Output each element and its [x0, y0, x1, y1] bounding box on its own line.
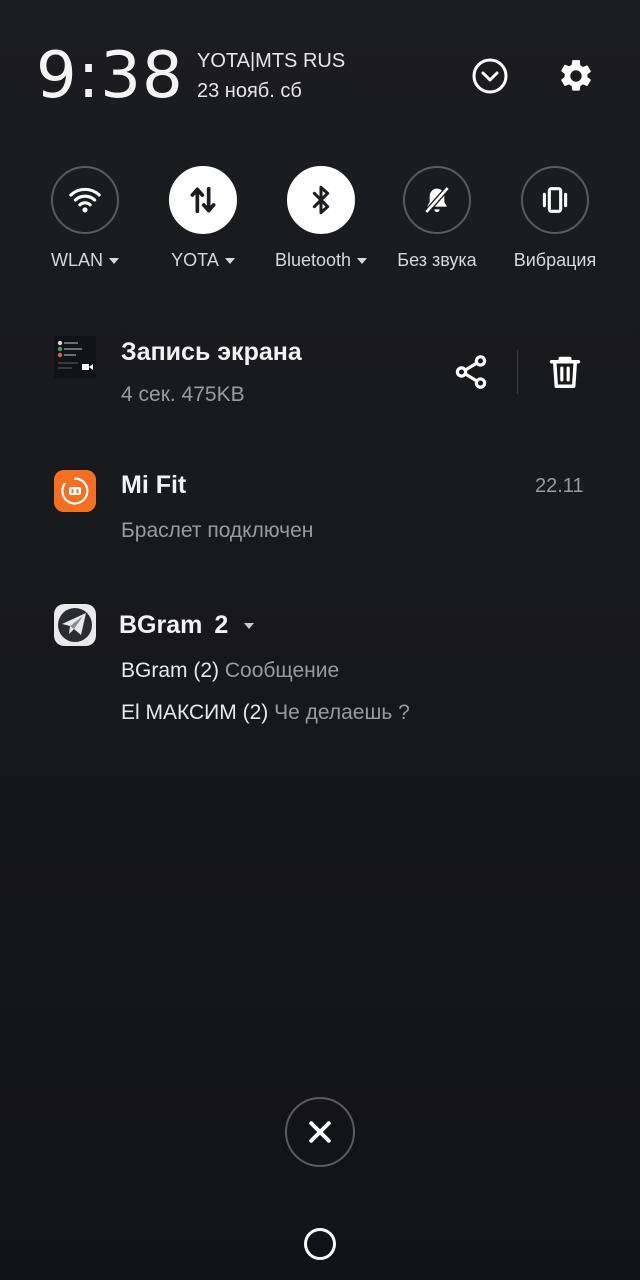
toggle-vibrate-circle[interactable]: [521, 166, 589, 234]
mi-logo-icon: [54, 470, 96, 512]
dropdown-caret-icon: [109, 257, 119, 264]
carrier-name: YOTA|MTS RUS: [197, 50, 346, 72]
wifi-icon: [69, 187, 101, 213]
quick-settings: WLAN YOTA Bluetooth Без звука Вибрация: [0, 166, 640, 286]
toggle-bluetooth-circle[interactable]: [287, 166, 355, 234]
message-line: El МАКСИМ (2) Че делаешь ?: [121, 700, 410, 726]
notification-header: BGram 2: [119, 610, 255, 640]
vibrate-icon: [542, 187, 568, 213]
share-button[interactable]: [447, 348, 495, 396]
clear-all-button[interactable]: [285, 1097, 355, 1167]
notification-app-name: Mi Fit: [121, 471, 187, 499]
settings-button[interactable]: [556, 56, 596, 96]
message-sender: BGram (2): [121, 659, 220, 682]
mobile-data-icon: [190, 186, 216, 214]
expand-caret-icon[interactable]: [244, 622, 255, 629]
dropdown-caret-icon: [224, 257, 235, 264]
share-icon: [455, 355, 487, 389]
toggle-wlan-circle[interactable]: [51, 166, 119, 234]
toggle-silent-label[interactable]: Без звука: [397, 249, 476, 271]
message-sender: El МАКСИМ (2): [121, 701, 269, 724]
toggle-bluetooth[interactable]: Bluetooth: [262, 166, 380, 286]
notification-count: 2: [214, 611, 229, 639]
home-button[interactable]: [304, 1228, 336, 1260]
screen-record-thumbnail: [54, 336, 96, 378]
message-text: Сообщение: [224, 659, 340, 682]
toggle-label-text: Bluetooth: [274, 250, 352, 270]
clock: 9:38: [36, 39, 184, 113]
toggle-mobile-data-label[interactable]: YOTA: [171, 249, 235, 271]
action-divider: [517, 350, 518, 394]
toggle-label-text: WLAN: [50, 250, 103, 270]
toggle-bluetooth-label[interactable]: Bluetooth: [274, 249, 368, 271]
toggle-wlan-label[interactable]: WLAN: [51, 249, 119, 271]
toggle-label-text: YOTA: [171, 250, 219, 270]
close-icon: [309, 1121, 331, 1143]
notification-title: Запись экрана: [121, 338, 302, 366]
chevron-down-circle-icon: [472, 58, 508, 94]
notification-app-name: BGram: [119, 611, 203, 639]
toggle-silent[interactable]: Без звука: [378, 166, 496, 286]
gear-icon: [561, 60, 591, 91]
toggle-silent-circle[interactable]: [403, 166, 471, 234]
toggle-vibrate-label[interactable]: Вибрация: [514, 249, 597, 271]
toggle-vibrate[interactable]: Вибрация: [496, 166, 614, 286]
expand-button[interactable]: [470, 56, 510, 96]
message-text: Че делаешь ?: [274, 701, 410, 724]
bgram-logo-icon: [54, 604, 96, 646]
date: 23 нояб. сб: [197, 80, 302, 102]
trash-icon: [549, 356, 581, 388]
bluetooth-icon: [312, 185, 330, 215]
notification-text: Браслет подключен: [121, 519, 314, 542]
bell-off-icon: [424, 186, 450, 214]
dropdown-caret-icon: [357, 257, 368, 264]
mifit-app-icon: [54, 470, 96, 512]
toggle-mobile-data[interactable]: YOTA: [144, 166, 262, 286]
toggle-mobile-data-circle[interactable]: [169, 166, 237, 234]
delete-button[interactable]: [541, 348, 589, 396]
notification-time: 22.11: [535, 475, 584, 497]
notification-meta: 4 сек. 475KB: [121, 383, 245, 406]
message-line: BGram (2) Сообщение: [121, 658, 339, 684]
bgram-app-icon: [54, 604, 96, 646]
video-thumbnail-icon: [54, 336, 96, 378]
toggle-wlan[interactable]: WLAN: [26, 166, 144, 286]
